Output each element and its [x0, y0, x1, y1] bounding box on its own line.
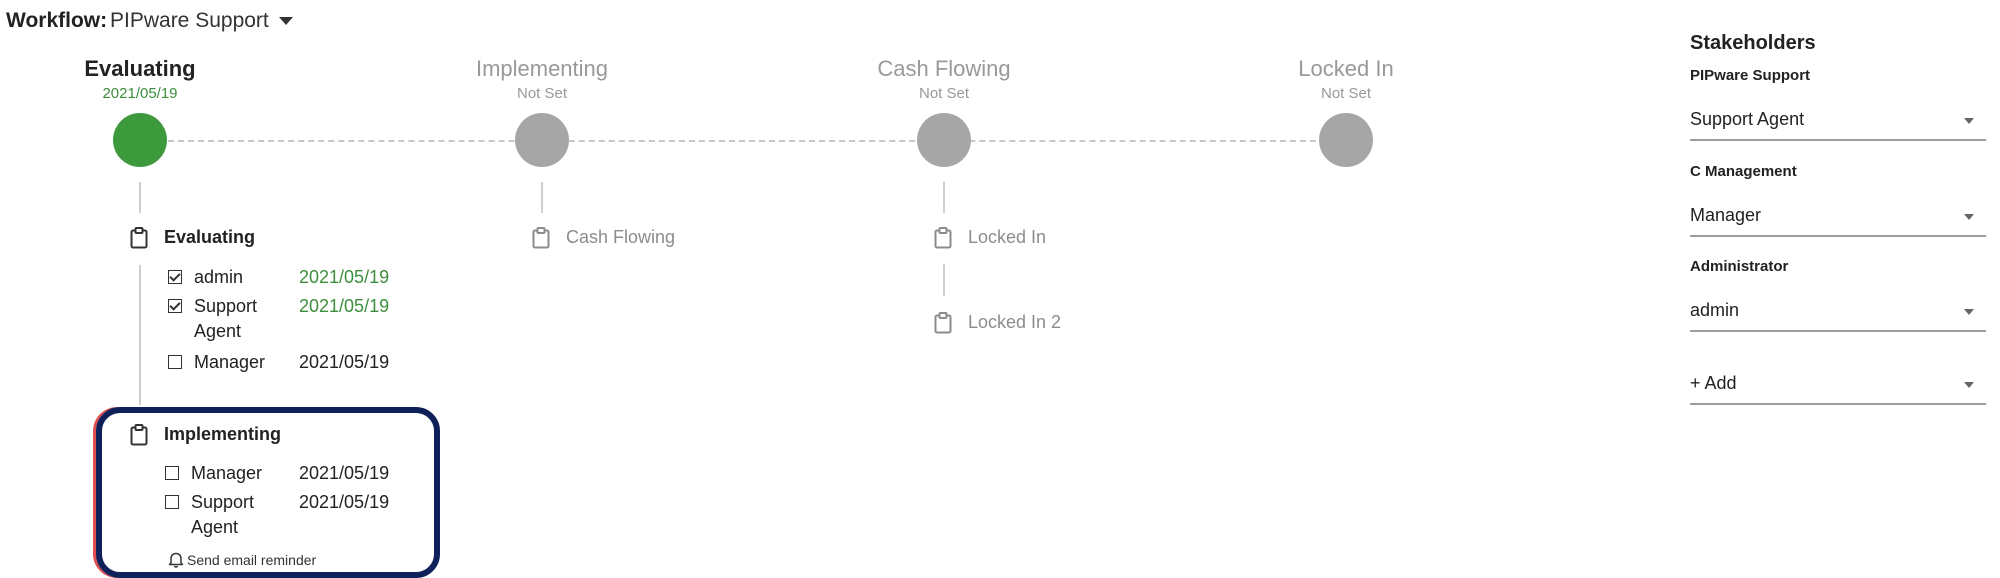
task-title-locked-in-2[interactable]: Locked In 2 — [968, 312, 1061, 333]
stakeholder-select-c-management[interactable]: Manager — [1690, 199, 1986, 237]
assignee-support-agent: Support Agent — [194, 296, 258, 341]
assignee-support-agent: Support Agent — [191, 492, 255, 537]
clipboard-icon — [130, 424, 148, 446]
stakeholder-group-label: PIPware Support — [1690, 67, 1811, 84]
workflow-select-value: PIPware Support — [110, 9, 269, 32]
stakeholders-title: Stakeholders — [1690, 32, 1816, 54]
caret-down-icon — [1964, 382, 1974, 388]
assignee-date-support-agent: 2021/05/19 — [299, 296, 390, 316]
assignee-manager: Manager — [194, 352, 266, 372]
checkbox-admin[interactable] — [168, 270, 182, 284]
stage-dot-cash-flowing[interactable] — [917, 113, 971, 167]
stage-date-implementing: Not Set — [516, 85, 568, 102]
workflow-select[interactable]: PIPware Support — [110, 9, 293, 33]
checkbox-support-agent[interactable] — [165, 495, 179, 509]
send-email-reminder-label: Send email reminder — [187, 551, 317, 568]
task-connector — [139, 265, 141, 405]
assignee-admin: admin — [194, 267, 244, 287]
stem-cash-flowing — [943, 182, 945, 213]
assignee-manager: Manager — [191, 463, 263, 483]
clipboard-icon — [532, 227, 550, 249]
task-title-locked-in[interactable]: Locked In — [968, 227, 1046, 248]
stage-title-evaluating: Evaluating — [84, 56, 196, 81]
stem-evaluating — [139, 182, 141, 213]
send-email-reminder-link[interactable]: Send email reminder — [168, 551, 316, 568]
clipboard-icon — [130, 227, 148, 249]
checkbox-support-agent[interactable] — [168, 299, 182, 313]
stem-locked-in — [943, 264, 945, 296]
stage-title-cash-flowing: Cash Flowing — [877, 56, 1011, 81]
timeline-connector — [168, 140, 1346, 142]
caret-down-icon — [1964, 309, 1974, 315]
caret-down-icon — [1964, 214, 1974, 220]
stakeholder-select-value: Manager — [1690, 205, 1762, 225]
stem-implementing — [541, 182, 543, 213]
checkbox-manager[interactable] — [168, 355, 182, 369]
stage-dot-evaluating[interactable] — [113, 113, 167, 167]
stage-dot-implementing[interactable] — [515, 113, 569, 167]
stakeholder-group-label: Administrator — [1690, 258, 1789, 275]
add-stakeholder-label: + Add — [1690, 373, 1737, 393]
assignee-date-manager: 2021/05/19 — [299, 463, 390, 483]
assignee-date-support-agent: 2021/05/19 — [299, 492, 390, 512]
stage-date-locked-in: Not Set — [1320, 85, 1372, 102]
caret-down-icon — [1964, 118, 1974, 124]
stage-title-implementing: Implementing — [475, 56, 609, 81]
assignee-date-manager: 2021/05/19 — [299, 352, 390, 372]
workflow-label: Workflow: — [6, 9, 108, 32]
caret-down-icon — [278, 17, 293, 25]
bell-icon — [168, 552, 184, 568]
stage-dot-locked-in[interactable] — [1319, 113, 1373, 167]
stakeholder-select-administrator[interactable]: admin — [1690, 294, 1986, 332]
task-title-evaluating[interactable]: Evaluating — [164, 227, 255, 248]
stakeholder-select-pipware-support[interactable]: Support Agent — [1690, 103, 1986, 141]
stage-date-evaluating: 2021/05/19 — [102, 85, 178, 102]
add-stakeholder-select[interactable]: + Add — [1690, 367, 1986, 405]
clipboard-icon — [934, 312, 952, 334]
stage-date-cash-flowing: Not Set — [918, 85, 970, 102]
stakeholder-group-label: C Management — [1690, 163, 1797, 180]
stakeholder-select-value: admin — [1690, 300, 1740, 320]
assignee-date-admin: 2021/05/19 — [299, 267, 390, 287]
task-title-cash-flowing[interactable]: Cash Flowing — [566, 227, 675, 248]
stakeholder-select-value: Support Agent — [1690, 109, 1805, 129]
clipboard-icon — [934, 227, 952, 249]
checkbox-manager[interactable] — [165, 466, 179, 480]
stage-title-locked-in: Locked In — [1298, 56, 1394, 81]
task-title-implementing[interactable]: Implementing — [164, 424, 281, 445]
